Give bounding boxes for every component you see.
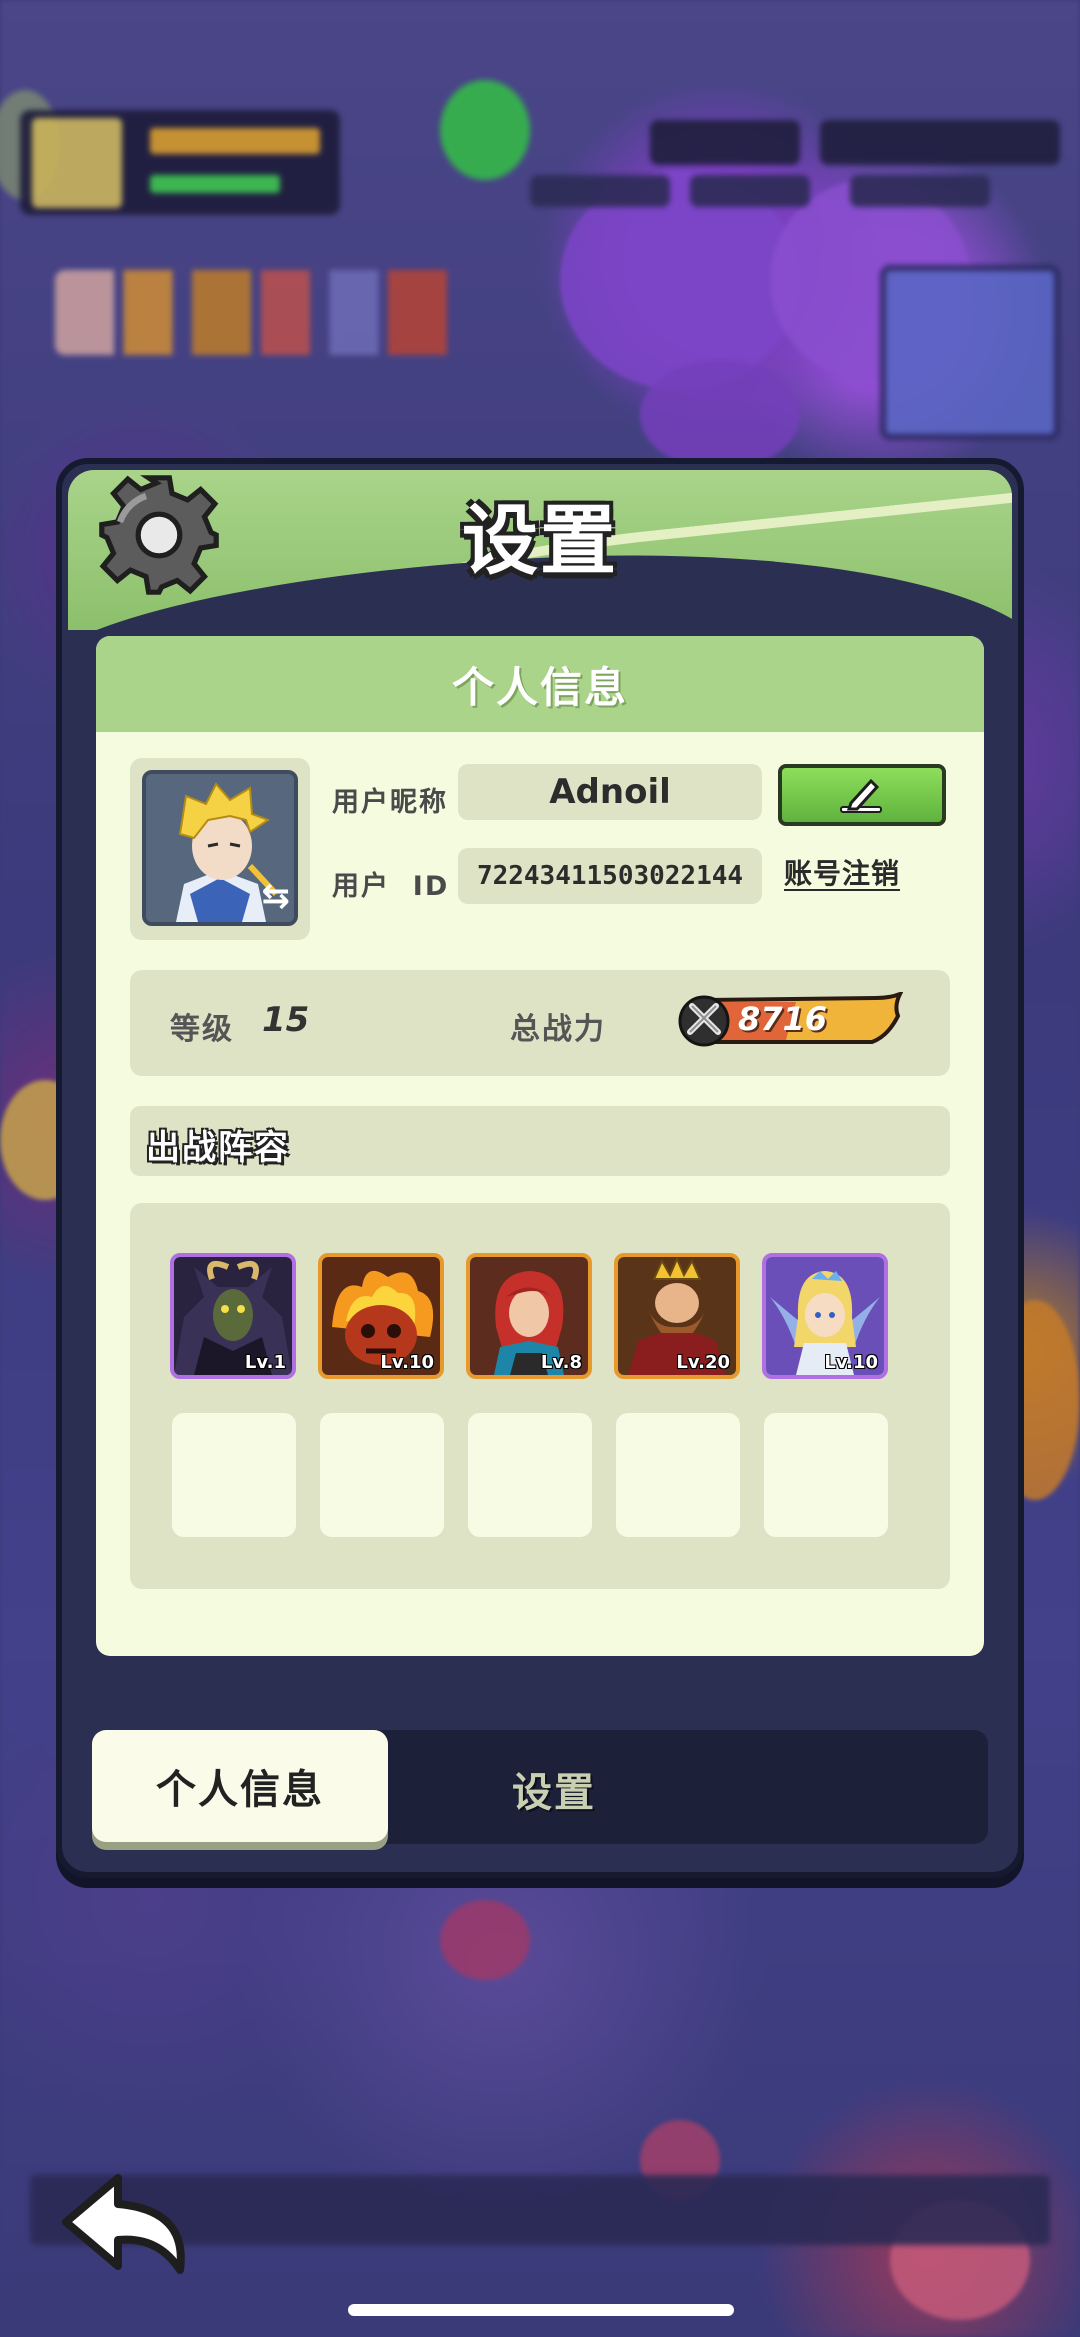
nickname-label: 用户昵称 xyxy=(332,787,448,818)
profile-card-title: 个人信息 xyxy=(96,636,984,732)
swap-avatar-icon[interactable]: ⇆ xyxy=(262,876,291,916)
hud-coin-counter xyxy=(820,120,1060,165)
hero-slot-3[interactable]: Lv.8 xyxy=(466,1253,592,1379)
level-value: 15 xyxy=(262,1000,310,1040)
hud-check-icon xyxy=(440,80,530,180)
power-value: 8716 xyxy=(738,1000,828,1038)
cancel-account-link[interactable]: 账号注销 xyxy=(784,852,900,892)
empty-slot-2[interactable] xyxy=(320,1413,444,1537)
hero-level: Lv.20 xyxy=(676,1352,730,1373)
empty-slot-4[interactable] xyxy=(616,1413,740,1537)
hero-slot-2[interactable]: Lv.10 xyxy=(318,1253,444,1379)
empty-slot-1[interactable] xyxy=(172,1413,296,1537)
hero-slot-5[interactable]: Lv.10 xyxy=(762,1253,888,1379)
hero-level: Lv.10 xyxy=(380,1352,434,1373)
home-indicator[interactable] xyxy=(348,2304,734,2316)
hero-level: Lv.10 xyxy=(824,1352,878,1373)
tab-bar: 个人信息 设置 xyxy=(92,1730,988,1844)
avatar[interactable]: ⇆ xyxy=(142,770,298,926)
stats-row: 等级 15 总战力 8716 xyxy=(130,970,950,1076)
nickname-field[interactable]: Adnoil xyxy=(458,764,762,820)
pencil-icon xyxy=(840,778,882,813)
hud-feature-icons xyxy=(55,270,545,355)
hud-resource-1 xyxy=(530,175,670,207)
hud-minimap xyxy=(880,265,1060,440)
tab-settings[interactable]: 设置 xyxy=(512,1760,596,1818)
tab-profile[interactable]: 个人信息 xyxy=(92,1730,388,1842)
hud-player-card xyxy=(20,110,340,215)
hero-slot-4[interactable]: Lv.20 xyxy=(614,1253,740,1379)
settings-panel: 设置 个人信息 ⇆ 用户昵称 Adnoil 用户 ID 722434115030… xyxy=(56,458,1024,1878)
empty-slot-5[interactable] xyxy=(764,1413,888,1537)
power-badge: 8716 xyxy=(676,992,906,1048)
empty-slot-3[interactable] xyxy=(468,1413,592,1537)
hud-resource-3 xyxy=(850,175,990,207)
hero-level: Lv.8 xyxy=(540,1352,582,1373)
profile-card: 个人信息 ⇆ 用户昵称 Adnoil 用户 ID 722434115030221… xyxy=(96,636,984,1656)
level-label: 等级 xyxy=(170,1012,234,1047)
user-id-field: 72243411503022144 xyxy=(458,848,762,904)
hud-resource-2 xyxy=(690,175,810,207)
edit-nickname-button[interactable] xyxy=(778,764,946,826)
panel-title: 设置 xyxy=(462,496,618,585)
hero-slot-1[interactable]: Lv.1 xyxy=(170,1253,296,1379)
hero-level: Lv.1 xyxy=(244,1352,286,1373)
hud-gem-counter xyxy=(650,120,800,165)
user-id-label: 用户 ID xyxy=(332,871,450,902)
back-arrow-icon[interactable] xyxy=(58,2170,198,2280)
avatar-frame[interactable]: ⇆ xyxy=(130,758,310,940)
lineup-grid: Lv.1 Lv.10 Lv.8 Lv.20 Lv.10 xyxy=(130,1203,950,1589)
lineup-title: 出战阵容 xyxy=(130,1106,950,1176)
power-label: 总战力 xyxy=(510,1012,606,1047)
